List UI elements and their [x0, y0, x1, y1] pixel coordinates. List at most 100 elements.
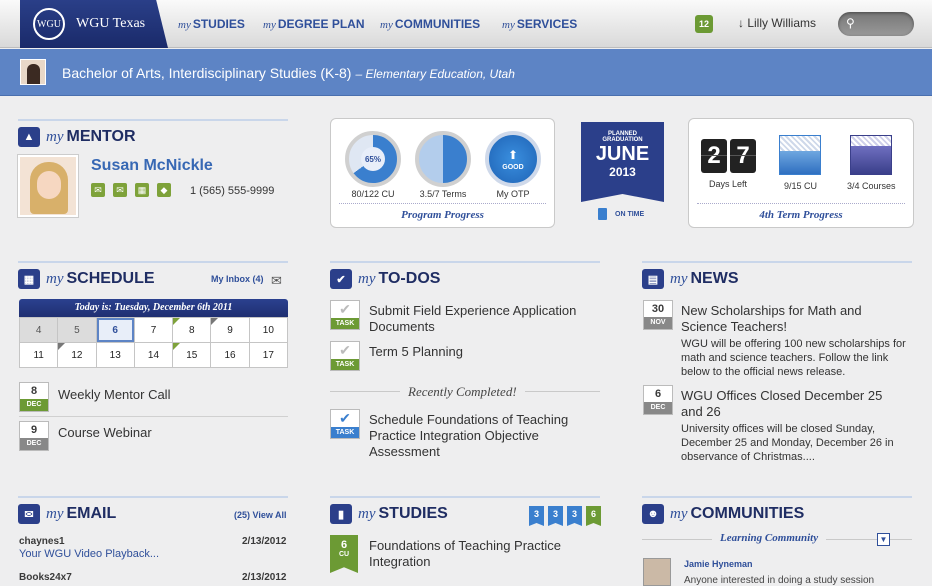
calendar-today-header: Today is: Tuesday, December 6th 2011	[19, 299, 288, 317]
calendar-day[interactable]: 12	[58, 343, 96, 367]
courses-progress-fill	[851, 145, 891, 174]
calendar-day[interactable]: 7	[134, 318, 173, 342]
event-date: 8 DEC	[19, 382, 49, 412]
calendar-icon[interactable]: ▦	[135, 183, 149, 197]
program-title: Bachelor of Arts, Interdisciplinary Stud…	[62, 65, 515, 81]
otp-badge: GOOD	[502, 164, 524, 171]
mentor-photo	[18, 155, 78, 217]
task-checkbox[interactable]: ✔ TASK	[330, 300, 360, 330]
inbox-link[interactable]: My Inbox (4)	[211, 274, 264, 284]
dropdown-icon[interactable]: ▼	[877, 533, 890, 546]
study-badge[interactable]: 6	[586, 506, 601, 526]
todo-title[interactable]: Submit Field Experience Application Docu…	[369, 303, 599, 335]
envelope-icon: ✉	[18, 504, 40, 524]
course-cu-ribbon: 6 CU	[330, 535, 358, 573]
view-all-link[interactable]: (25) View All	[234, 510, 287, 520]
mentor-name[interactable]: Susan McNickle	[91, 157, 213, 175]
mentor-contact-icons: ✉ ✉ ▦ ◆	[91, 183, 171, 197]
percent-complete-circle: 65%	[345, 131, 401, 187]
calendar: Today is: Tuesday, December 6th 2011 4 5…	[19, 299, 288, 368]
calendar-day[interactable]: 5	[58, 318, 96, 342]
cu-progress-fill	[780, 151, 820, 174]
calendar-day[interactable]: 8	[173, 318, 211, 342]
wgu-logo[interactable]: WGU WGU Texas	[20, 0, 168, 48]
days-digit: 2	[701, 139, 727, 173]
courses-progress-box	[850, 135, 892, 175]
nav-my-studies[interactable]: my STUDIES	[178, 17, 245, 31]
otp-circle: ⬆ GOOD	[485, 131, 541, 187]
news-date: 30 NOV	[643, 300, 673, 330]
nav-my-services[interactable]: my SERVICES	[502, 17, 577, 31]
news-date: 6 DEC	[643, 385, 673, 415]
graduation-ribbon: PLANNED GRADUATION JUNE 2013	[581, 122, 664, 202]
graduation-month: JUNE	[595, 143, 650, 165]
cu-label: 80/122 CU	[351, 189, 395, 199]
calendar-day[interactable]: 16	[211, 343, 249, 367]
term-progress-card[interactable]: 2 7 Days Left 9/15 CU 3/4 Courses 4th Te…	[688, 118, 914, 228]
wgu-seal-icon: WGU	[33, 8, 65, 40]
program-progress-card[interactable]: 65% 80/122 CU 3.5/7 Terms ⬆ GOOD My OTP …	[330, 118, 555, 228]
term-progress-label: 4th Term Progress	[697, 203, 905, 225]
calendar-day[interactable]: 17	[249, 343, 287, 367]
calendar-grid: 4 5 6 7 8 9 10 11 12 13 14 15 16 17	[19, 317, 288, 368]
otp-label: My OTP	[496, 189, 530, 199]
news-body: WGU will be offering 100 new scholarship…	[681, 338, 906, 378]
envelope-icon[interactable]: ✉	[271, 273, 282, 289]
nav-my-communities[interactable]: my COMMUNITIES	[380, 17, 480, 31]
people-icon: ☻	[642, 504, 664, 524]
percent-label: 65%	[361, 147, 385, 171]
cu-progress-box	[779, 135, 821, 175]
study-badge[interactable]: 3	[567, 506, 582, 526]
top-navigation: WGU WGU Texas my STUDIES my DEGREE PLAN my…	[0, 0, 932, 48]
todo-title[interactable]: Term 5 Planning	[369, 344, 463, 360]
calendar-day[interactable]: 9	[211, 318, 249, 342]
notification-badge[interactable]: 12	[695, 15, 713, 33]
email-subject[interactable]: Your WGU Video Playback...	[19, 548, 159, 560]
study-badge[interactable]: 3	[548, 506, 563, 526]
calendar-day[interactable]: 13	[96, 343, 134, 367]
newspaper-icon: ▤	[642, 269, 664, 289]
community-selector[interactable]: Learning Community	[712, 532, 827, 544]
news-title[interactable]: WGU Offices Closed December 25 and 26	[681, 388, 901, 420]
logo-text: WGU Texas	[76, 16, 146, 31]
event-title[interactable]: Course Webinar	[58, 425, 152, 441]
study-badge[interactable]: 3	[529, 506, 544, 526]
news-heading: ▤ my NEWS	[642, 261, 912, 291]
email-date: 2/13/2012	[242, 572, 287, 583]
nav-my-degree-plan[interactable]: my DEGREE PLAN	[263, 17, 365, 31]
email-icon[interactable]: ✉	[113, 183, 127, 197]
author-avatar[interactable]	[643, 558, 671, 586]
event-title[interactable]: Weekly Mentor Call	[58, 387, 170, 403]
task-checkbox[interactable]: ✔ TASK	[330, 341, 360, 371]
news-body: University offices will be closed Sunday…	[681, 423, 894, 463]
calendar-day[interactable]: 11	[20, 343, 58, 367]
search-icon: ⚲	[846, 16, 855, 30]
todos-heading: ✔ my TO-DOS	[330, 261, 600, 291]
calendar-day[interactable]: 10	[249, 318, 287, 342]
post-text: Anyone interested in doing a study sessi…	[684, 575, 875, 586]
user-menu[interactable]: ↓ Lilly Williams	[738, 16, 816, 30]
email-from: chaynes1	[19, 536, 65, 547]
completed-todo-title[interactable]: Schedule Foundations of Teaching Practic…	[369, 412, 579, 460]
avatar[interactable]	[20, 59, 46, 85]
term-cu-label: 9/15 CU	[784, 181, 818, 191]
post-author[interactable]: Jamie Hyneman	[684, 559, 753, 569]
tag-icon[interactable]: ◆	[157, 183, 171, 197]
calendar-day-today[interactable]: 6	[96, 318, 134, 342]
task-checkbox-completed[interactable]: ✔ TASK	[330, 409, 360, 439]
graduation-status: ON TIME	[615, 211, 645, 218]
arrow-up-icon: ⬆	[507, 148, 519, 162]
calendar-day[interactable]: 15	[173, 343, 211, 367]
course-title[interactable]: Foundations of Teaching Practice Integra…	[369, 538, 589, 570]
news-title[interactable]: New Scholarships for Math and Science Te…	[681, 303, 901, 335]
days-digit: 7	[730, 139, 756, 173]
mentor-heading: ▲ my MENTOR	[18, 119, 288, 149]
search-input[interactable]: ⚲	[838, 12, 914, 36]
calendar-icon: ▦	[18, 269, 40, 289]
graduation-cap-icon: ▲	[18, 127, 40, 147]
chat-icon[interactable]: ✉	[91, 183, 105, 197]
calendar-day[interactable]: 14	[134, 343, 173, 367]
graduation-year: 2013	[609, 165, 636, 179]
calendar-day[interactable]: 4	[20, 318, 58, 342]
communities-heading: ☻ my COMMUNITIES	[642, 496, 912, 526]
